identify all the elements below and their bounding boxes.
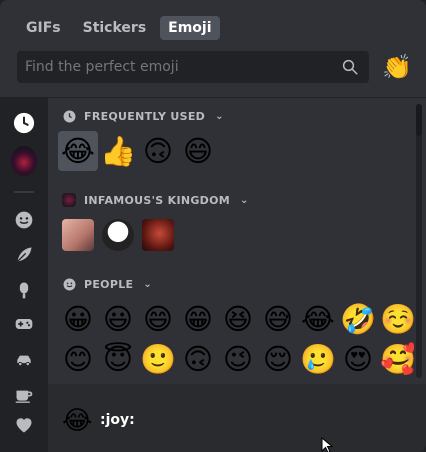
emoji-cell[interactable]: 😂 — [298, 299, 338, 339]
search-input[interactable] — [25, 51, 325, 83]
search-icon — [342, 59, 358, 75]
emoji-cell[interactable]: 😇 — [98, 339, 138, 379]
recent-icon[interactable] — [11, 110, 37, 136]
people-row: 😊 😇 🙂 🙃 😉 😌 🥲 😍 🥰 — [58, 339, 414, 379]
chevron-down-icon: ⌄ — [215, 110, 224, 122]
emoji-cell[interactable]: 😆 — [218, 299, 258, 339]
chevron-down-icon: ⌄ — [240, 194, 249, 206]
category-sidebar — [0, 98, 48, 452]
custom-emoji[interactable] — [58, 215, 98, 255]
emoji-preview-footer: 😂 :joy: — [48, 384, 426, 452]
emoji-cell[interactable]: 😄 — [178, 131, 218, 171]
nature-icon[interactable] — [11, 242, 37, 268]
emoji-cell[interactable]: 😀 — [58, 299, 98, 339]
smile-icon — [62, 277, 76, 291]
sidebar-divider — [14, 191, 34, 193]
custom-emoji[interactable] — [138, 215, 178, 255]
emoji-cell[interactable]: 😅 — [258, 299, 298, 339]
activities-icon[interactable] — [11, 311, 37, 337]
category-header-guild[interactable]: INFAMOUS'S KINGDOM ⌄ — [62, 192, 249, 208]
search-box — [17, 51, 369, 83]
mouse-cursor-icon — [321, 437, 334, 452]
tab-stickers[interactable]: Stickers — [75, 16, 155, 40]
picker-header: GIFs Stickers Emoji 👏 — [0, 0, 426, 98]
guild-icon — [62, 193, 76, 207]
tab-bar: GIFs Stickers Emoji — [18, 16, 220, 40]
emoji-cell[interactable]: 😃 — [98, 299, 138, 339]
category-label: INFAMOUS'S KINGDOM — [84, 193, 231, 207]
emoji-cell[interactable]: 😌 — [258, 339, 298, 379]
frequent-row: 😂 👍 🙃 😄 — [58, 131, 218, 171]
emoji-cell[interactable]: 😁 — [178, 299, 218, 339]
emoji-cell[interactable]: 🙃 — [178, 339, 218, 379]
emoji-cell[interactable]: 👍 — [98, 131, 138, 171]
emoji-picker: GIFs Stickers Emoji 👏 — [0, 0, 426, 452]
guild-icon[interactable] — [11, 146, 37, 176]
objects-icon[interactable] — [11, 381, 37, 407]
random-emoji-button[interactable]: 👏 — [382, 52, 412, 82]
people-icon[interactable] — [11, 207, 37, 233]
guild-row — [58, 215, 178, 255]
category-label: FREQUENTLY USED — [84, 109, 206, 123]
scrollbar[interactable] — [416, 104, 422, 378]
clock-icon — [62, 109, 76, 123]
emoji-cell[interactable]: 🥰 — [378, 339, 414, 379]
category-header-people[interactable]: PEOPLE ⌄ — [62, 276, 152, 292]
custom-emoji[interactable] — [98, 215, 138, 255]
food-icon[interactable] — [11, 277, 37, 303]
emoji-cell[interactable]: 🤣 — [338, 299, 378, 339]
people-row: 😀 😃 😄 😁 😆 😅 😂 🤣 ☺️ — [58, 299, 414, 339]
emoji-cell[interactable]: 😊 — [58, 339, 98, 379]
tab-gifs[interactable]: GIFs — [18, 16, 69, 40]
preview-emoji-name: :joy: — [100, 412, 135, 428]
category-label: PEOPLE — [84, 277, 134, 291]
emoji-cell[interactable]: 😂 — [58, 131, 98, 171]
emoji-cell[interactable]: ☺️ — [378, 299, 414, 339]
tab-emoji[interactable]: Emoji — [160, 16, 220, 40]
preview-emoji: 😂 — [62, 406, 93, 436]
emoji-cell[interactable]: 😄 — [138, 299, 178, 339]
chevron-down-icon: ⌄ — [143, 278, 153, 290]
scrollbar-thumb[interactable] — [416, 104, 422, 136]
emoji-cell[interactable]: 🙂 — [138, 339, 178, 379]
travel-icon[interactable] — [11, 346, 37, 372]
emoji-cell[interactable]: 🥲 — [298, 339, 338, 379]
symbols-icon[interactable] — [11, 412, 37, 438]
emoji-cell[interactable]: 😉 — [218, 339, 258, 379]
emoji-cell[interactable]: 😍 — [338, 339, 378, 379]
emoji-grid: FREQUENTLY USED ⌄ 😂 👍 🙃 😄 INFAMOUS'S KIN… — [48, 98, 414, 384]
emoji-cell[interactable]: 🙃 — [138, 131, 178, 171]
category-header-frequent[interactable]: FREQUENTLY USED ⌄ — [62, 108, 224, 124]
